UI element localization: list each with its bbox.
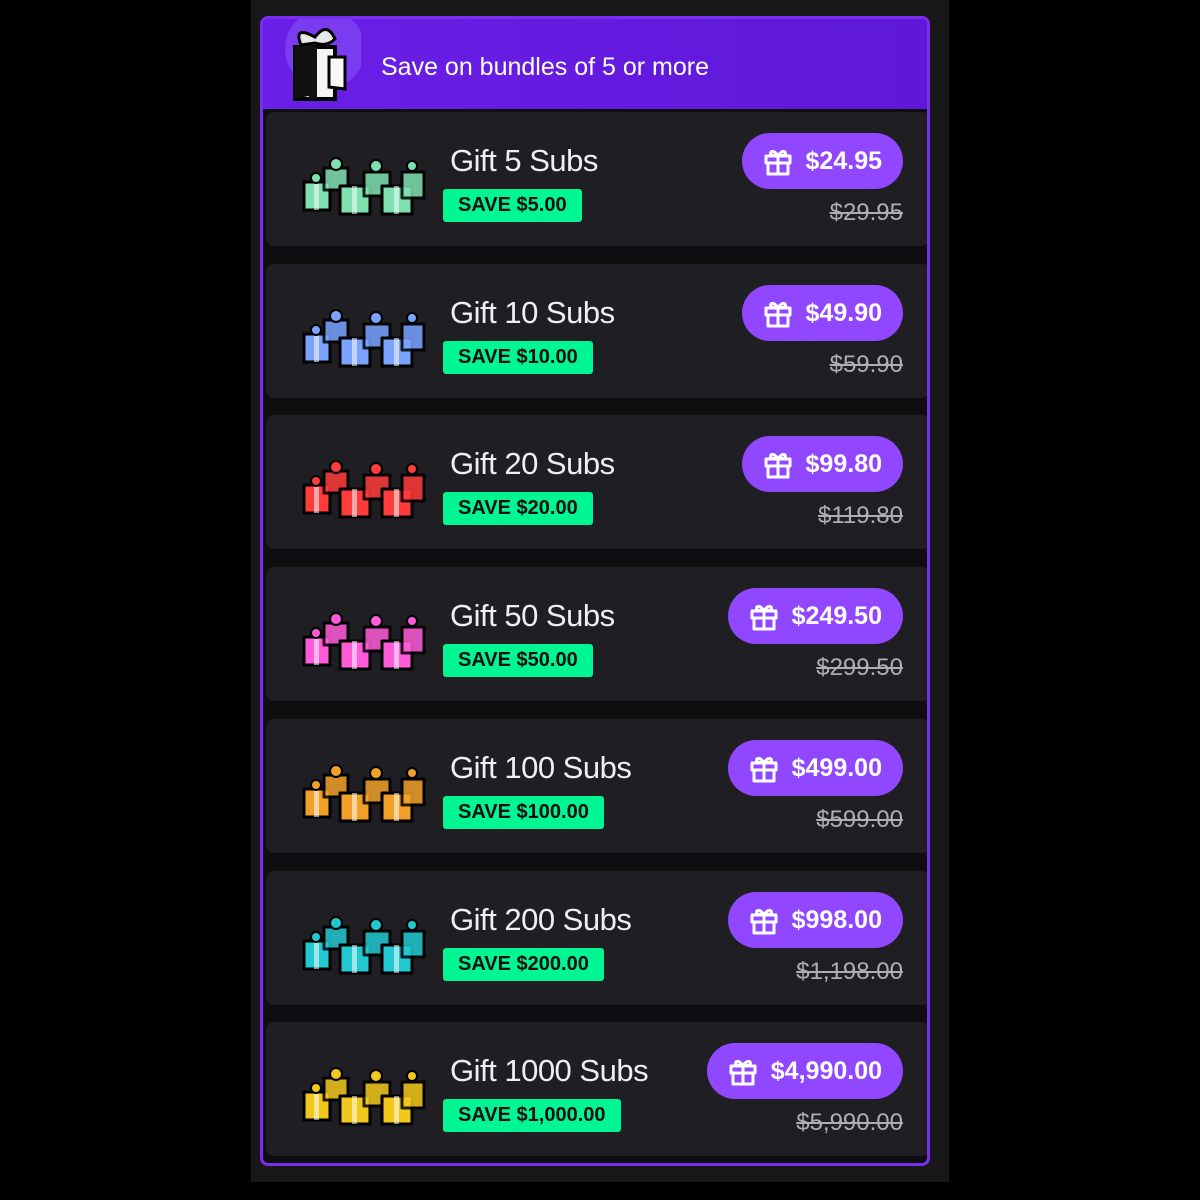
bundle-price: $998.00 [791,905,882,934]
bundle-title: Gift 5 Subs [450,143,598,178]
original-price: $1,198.00 [796,958,903,985]
gift-bundle-row: Gift 5 Subs SAVE $5.00 $24.95 $29.95 [266,112,927,246]
original-price: $299.50 [816,654,903,681]
gift-bundle-buy-button[interactable]: $49.90 [741,285,903,341]
gift-bundle-row: Gift 10 Subs SAVE $10.00 $49.90 $59.90 [266,264,927,398]
gift-icon [750,756,778,783]
original-price: $29.95 [829,199,903,226]
bundle-title: Gift 10 Subs [450,295,615,330]
gift-bundle-buy-button[interactable]: $499.00 [727,740,903,796]
bundle-title: Gift 20 Subs [450,446,615,481]
original-price: $5,990.00 [796,1109,903,1136]
gift-icon [750,908,778,935]
bundle-price: $24.95 [805,146,882,175]
bundle-price: $499.00 [791,753,882,782]
original-price: $119.80 [818,502,903,529]
bundle-title: Gift 100 Subs [450,750,632,785]
gift-bundle-row: Gift 1000 Subs SAVE $1,000.00 $4,990.00 $5… [266,1022,927,1156]
save-badge: SAVE $50.00 [443,644,593,677]
save-badge: SAVE $1,000.00 [443,1099,621,1132]
gift-icon [764,301,792,328]
gift-box-icon [285,19,361,101]
original-price: $599.00 [816,806,903,833]
gift-bundle-row: Gift 200 Subs SAVE $200.00 $998.00 $1,198.… [266,871,927,1005]
gift-pile-icon [294,294,434,374]
gift-bundle-row: Gift 50 Subs SAVE $50.00 $249.50 $299.50 [266,567,927,701]
gift-icon [764,149,792,176]
banner-text: Save on bundles of 5 or more [381,53,709,81]
gift-bundle-buy-button[interactable]: $998.00 [727,892,903,948]
bundle-price: $49.90 [805,298,882,327]
save-badge: SAVE $200.00 [443,948,604,981]
bundle-price: $249.50 [791,601,882,630]
bundle-price: $99.80 [805,449,882,478]
gift-pile-icon [294,749,434,829]
gift-bundle-buy-button[interactable]: $99.80 [741,436,903,492]
bundle-title: Gift 1000 Subs [450,1053,649,1088]
save-badge: SAVE $10.00 [443,341,593,374]
gift-icon [764,452,792,479]
gift-bundles-panel: Save on bundles of 5 or more Gift 5 Subs… [260,16,930,1166]
gift-bundle-row: Gift 20 Subs SAVE $20.00 $99.80 $119.80 [266,415,927,549]
gift-icon [729,1059,757,1086]
gift-bundle-buy-button[interactable]: $24.95 [741,133,903,189]
gift-pile-icon [294,445,434,525]
bundle-title: Gift 200 Subs [450,902,632,937]
gift-pile-icon [294,597,434,677]
save-badge: SAVE $5.00 [443,189,582,222]
original-price: $59.90 [829,351,903,378]
bundle-price: $4,990.00 [770,1056,882,1085]
bundle-savings-banner: Save on bundles of 5 or more [263,19,927,109]
gift-pile-icon [294,901,434,981]
gift-icon [750,604,778,631]
gift-bundle-buy-button[interactable]: $249.50 [727,588,903,644]
save-badge: SAVE $100.00 [443,796,604,829]
gift-bundle-row: Gift 100 Subs SAVE $100.00 $499.00 $599.00 [266,719,927,853]
save-badge: SAVE $20.00 [443,492,593,525]
bundle-title: Gift 50 Subs [450,598,615,633]
gift-pile-icon [294,1052,434,1132]
gift-pile-icon [294,142,434,222]
gift-bundle-buy-button[interactable]: $4,990.00 [706,1043,903,1099]
